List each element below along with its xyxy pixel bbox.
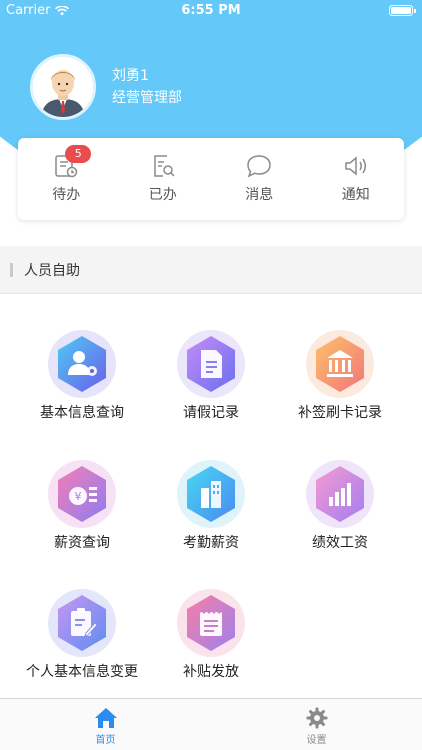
bank-icon [316,336,364,392]
grid-item-makeup-punch[interactable]: 补签刷卡记录 [270,330,410,430]
quick-action-notice[interactable]: 通知 [308,138,405,220]
quick-action-label: 消息 [245,187,274,203]
section-title: 人员自助 [24,262,80,279]
avatar[interactable] [30,54,96,120]
quick-action-todo[interactable]: 5 待办 [18,138,115,220]
edit-info-icon [58,595,106,651]
home-icon [94,708,117,728]
tab-bar: 首页 设置 [0,698,422,750]
user-department: 经营管理部 [112,90,182,106]
done-icon [154,155,175,177]
tab-label: 设置 [306,735,327,746]
tab-home[interactable]: 首页 [0,699,211,750]
speaker-icon [345,156,366,176]
battery-icon [389,5,416,16]
quick-action-label: 通知 [341,187,370,203]
quick-action-done[interactable]: 已办 [115,138,212,220]
status-bar: Carrier 6:55 PM [0,0,422,22]
section-header: 人员自助 [0,246,422,294]
grid-item-subsidy[interactable]: 补贴发放 [141,589,281,689]
grid-item-performance-pay[interactable]: 绩效工资 [270,460,410,560]
subsidy-icon [187,595,235,651]
performance-icon [316,466,364,522]
attendance-icon [187,466,235,522]
grid-item-label: 绩效工资 [312,535,368,551]
tab-label: 首页 [95,735,116,746]
quick-action-label: 已办 [148,187,177,203]
grid-item-label: 补贴发放 [183,664,239,680]
todo-badge: 5 [65,145,92,163]
profile-header[interactable]: 刘勇1 经营管理部 [30,54,182,120]
section-marker [10,262,13,277]
quick-action-message[interactable]: 消息 [211,138,308,220]
user-name: 刘勇1 [112,68,149,84]
tab-settings[interactable]: 设置 [211,699,422,750]
grid-item-label: 补签刷卡记录 [298,405,382,421]
salary-icon: ¥ [58,466,106,522]
message-icon [247,155,272,178]
svg-text:¥: ¥ [75,490,82,503]
clock: 6:55 PM [181,3,241,18]
quick-actions-card: 5 待办 已办 消息 通知 [18,138,404,220]
gear-icon [306,707,327,729]
leave-record-icon [187,336,235,392]
user-info-icon [58,336,106,392]
quick-action-label: 待办 [52,187,81,203]
